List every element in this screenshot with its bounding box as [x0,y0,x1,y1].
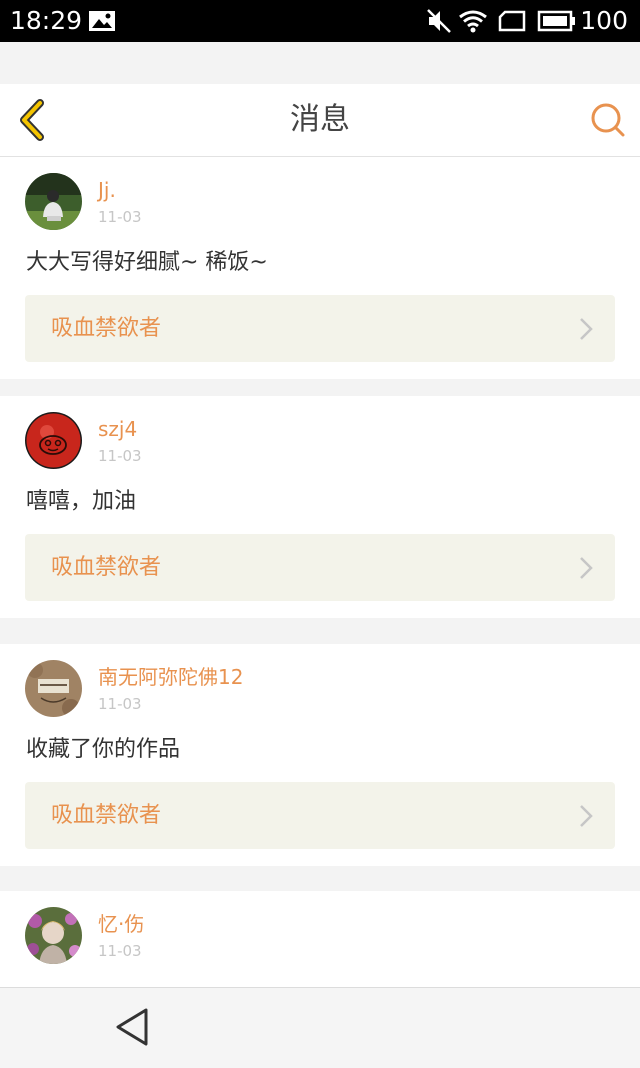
message-card: Jj. 11-03 大大写得好细腻~ 稀饭~ 吸血禁欲者 [0,157,640,379]
referenced-work-title: 吸血禁欲者 [51,316,162,341]
battery-icon [537,0,577,42]
image-icon [88,0,116,42]
system-nav-bar [0,987,640,1068]
username[interactable]: 忆·伤 [98,911,144,937]
referenced-work[interactable]: 吸血禁欲者 [25,534,615,601]
battery-percent: 100 [580,6,628,35]
message-card: szj4 11-03 嘻嘻，加油 吸血禁欲者 [0,396,640,618]
avatar[interactable] [25,907,82,964]
message-content: 收藏了你的作品 [26,737,181,762]
app-header: 消息 [0,84,640,157]
top-gap [0,42,640,84]
chevron-right-icon [580,805,593,827]
chevron-right-icon [580,557,593,579]
status-time: 18:29 [10,6,83,35]
wifi-icon [458,0,488,42]
username[interactable]: szj4 [98,416,137,442]
search-button[interactable] [588,100,628,140]
message-content: 大大写得好细腻~ 稀饭~ [26,250,268,275]
message-date: 11-03 [98,942,142,960]
referenced-work-title: 吸血禁欲者 [51,803,162,828]
mute-icon [426,0,452,42]
page-title: 消息 [290,102,350,137]
message-card: 南无阿弥陀佛12 11-03 收藏了你的作品 吸血禁欲者 [0,644,640,866]
avatar[interactable] [25,173,82,230]
username[interactable]: 南无阿弥陀佛12 [98,664,243,690]
message-date: 11-03 [98,695,142,713]
message-date: 11-03 [98,208,142,226]
nav-back-triangle-icon[interactable] [112,1006,154,1048]
sim-icon [497,0,527,42]
referenced-work[interactable]: 吸血禁欲者 [25,295,615,362]
message-date: 11-03 [98,447,142,465]
referenced-work[interactable]: 吸血禁欲者 [25,782,615,849]
username[interactable]: Jj. [98,177,116,203]
avatar[interactable] [25,660,82,717]
message-card: 忆·伤 11-03 [0,891,640,991]
referenced-work-title: 吸血禁欲者 [51,555,162,580]
status-bar: 18:29 100 [0,0,640,42]
search-icon [591,103,625,137]
message-content: 嘻嘻，加油 [26,489,137,514]
chevron-right-icon [580,318,593,340]
avatar[interactable] [25,412,82,469]
